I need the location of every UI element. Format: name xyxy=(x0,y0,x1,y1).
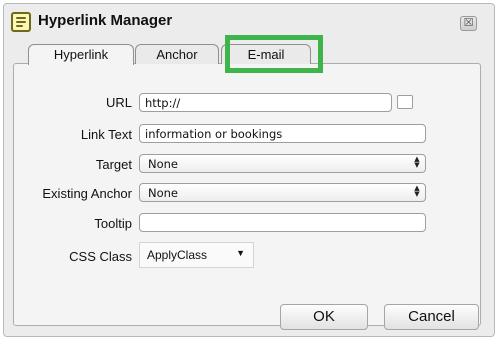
url-label: URL xyxy=(105,95,132,110)
window-title: Hyperlink Manager xyxy=(38,12,173,29)
ok-button[interactable]: OK xyxy=(280,304,368,330)
tab-email[interactable]: E-mail xyxy=(221,44,311,64)
link-text-label: Link Text xyxy=(80,127,132,142)
target-select[interactable]: None ▲ ▼ xyxy=(139,154,426,173)
close-button[interactable]: ☒ xyxy=(460,16,477,31)
dropdown-caret-icon: ▼ xyxy=(236,248,245,258)
existing-anchor-select-value: None xyxy=(148,186,179,200)
url-input[interactable]: http:// xyxy=(139,93,392,112)
link-text-input[interactable]: information or bookings xyxy=(139,124,426,143)
target-select-value: None xyxy=(148,157,179,171)
tooltip-label: Tooltip xyxy=(94,216,132,231)
url-checkbox[interactable] xyxy=(397,95,413,109)
cancel-button[interactable]: Cancel xyxy=(384,304,479,330)
tab-hyperlink[interactable]: Hyperlink xyxy=(28,44,134,65)
up-down-stepper-icon: ▲ ▼ xyxy=(414,184,420,198)
css-class-dropdown[interactable]: ApplyClass ▼ xyxy=(139,242,254,268)
target-label: Target xyxy=(95,157,132,172)
tooltip-input[interactable] xyxy=(139,213,426,232)
title-bar: Hyperlink Manager ☒ xyxy=(4,4,494,38)
css-class-value: ApplyClass xyxy=(147,248,208,262)
css-class-label: CSS Class xyxy=(69,249,132,264)
existing-anchor-select[interactable]: None ▲ ▼ xyxy=(139,183,426,202)
tab-anchor[interactable]: Anchor xyxy=(135,44,219,64)
hyperlink-manager-icon xyxy=(11,12,31,32)
existing-anchor-label: Existing Anchor xyxy=(42,186,132,201)
up-down-stepper-icon: ▲ ▼ xyxy=(414,155,420,169)
